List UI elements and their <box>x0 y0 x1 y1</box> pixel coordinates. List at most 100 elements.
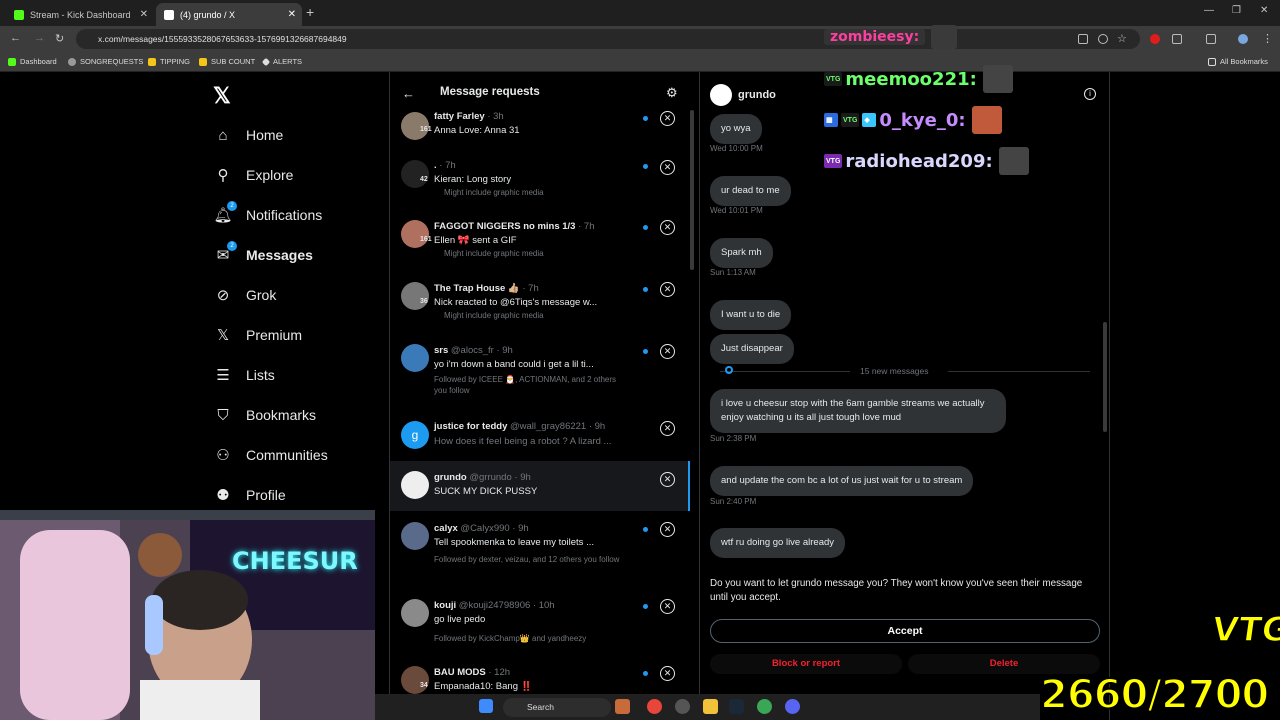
list-item[interactable]: kouji @kouji24798906 · 10h go live pedo … <box>390 589 690 653</box>
dismiss-close-icon[interactable]: ✕ <box>660 344 675 359</box>
dismiss-close-icon[interactable]: ✕ <box>660 472 675 487</box>
list-item[interactable]: 36 The Trap House 👍🏼 · 7h Nick reacted t… <box>390 272 690 334</box>
forward-arrow-icon[interactable]: → <box>34 32 45 44</box>
message-bubble[interactable]: ur dead to me <box>710 176 791 206</box>
message-bubble[interactable]: I want u to die <box>710 300 792 330</box>
followed-by-text: Followed by KickChamp👑 and yandheezy <box>434 634 587 643</box>
nav-profile[interactable]: ⚉ Profile <box>214 483 285 507</box>
list-item[interactable]: 161 fatty Farley · 3h Anna Love: Anna 31… <box>390 108 690 154</box>
minimize-icon[interactable]: — <box>1204 5 1214 16</box>
request-preview: Anna Love: Anna 31 <box>434 125 520 136</box>
bookmark-tipping[interactable]: TIPPING <box>148 57 190 66</box>
dismiss-close-icon[interactable]: ✕ <box>660 160 675 175</box>
steam-icon[interactable] <box>729 699 744 714</box>
unread-dot <box>643 527 648 532</box>
nav-label: Communities <box>246 447 328 463</box>
tab-x-grundo[interactable]: (4) grundo / X ✕ <box>156 3 302 26</box>
time-text: · 7h <box>436 160 456 171</box>
gear-icon[interactable]: ⚙ <box>666 85 678 101</box>
extension-icon[interactable] <box>1150 34 1160 44</box>
list-item[interactable]: calyx @Calyx990 · 9h Tell spookmenka to … <box>390 512 690 586</box>
message-bubble[interactable]: Just disappear <box>710 334 794 364</box>
dismiss-close-icon[interactable]: ✕ <box>660 666 675 681</box>
list-item-selected[interactable]: grundo @grrundo · 9h SUCK MY DICK PUSSY … <box>390 461 690 511</box>
address-bar[interactable]: x.com/messages/1555933528067653633-15769… <box>76 29 1140 49</box>
stream-chat-entry: VTG meemoo221: <box>824 64 1013 94</box>
bookmark-sub-count[interactable]: SUB COUNT <box>199 57 255 66</box>
x-logo-icon[interactable]: 𝕏 <box>213 83 231 109</box>
list-item[interactable]: srs @alocs_fr · 9h yo i'm down a band co… <box>390 334 690 408</box>
message-bubble[interactable]: yo wya <box>710 114 762 144</box>
bookmark-alerts[interactable]: ALERTS <box>261 57 302 66</box>
info-icon[interactable]: i <box>1084 88 1096 100</box>
cast-icon[interactable] <box>1078 34 1088 44</box>
bookmark-songrequests[interactable]: SONGREQUESTS <box>68 57 143 66</box>
requests-scrollbar[interactable] <box>690 110 694 270</box>
taskbar-search[interactable]: Search <box>503 698 611 717</box>
new-tab-icon[interactable]: + <box>306 4 314 20</box>
delete-button[interactable]: Delete <box>908 654 1100 674</box>
message-bubble[interactable]: i love u cheesur stop with the 6am gambl… <box>710 389 1006 433</box>
maximize-icon[interactable]: ❐ <box>1232 5 1241 16</box>
webcam-overlay: CHEESUR <box>0 510 375 720</box>
settings-icon[interactable] <box>675 699 690 714</box>
discord-icon[interactable] <box>785 699 800 714</box>
app-icon[interactable] <box>615 699 630 714</box>
list-item[interactable]: 161 FAGGOT NIGGERS no mins 1/3 · 7h Elle… <box>390 210 690 272</box>
extensions-puzzle-icon[interactable] <box>1172 34 1182 44</box>
nav-bookmarks[interactable]: ⛉ Bookmarks <box>214 403 316 427</box>
tip-icon <box>148 57 156 66</box>
folder-icon[interactable] <box>703 699 718 714</box>
sidepanel-icon[interactable] <box>1206 34 1216 44</box>
nav-home[interactable]: ⌂ Home <box>214 123 283 147</box>
list-item[interactable]: g justice for teddy @wall_gray86221 · 9h… <box>390 410 690 460</box>
nav-communities[interactable]: ⚇ Communities <box>214 443 328 467</box>
message-bubble[interactable]: wtf ru doing go live already <box>710 528 846 558</box>
message-bubble[interactable]: Spark mh <box>710 238 773 268</box>
stream-chat-entry: ▦ VTG ◆ 0_kye_0: <box>824 105 1002 135</box>
dismiss-close-icon[interactable]: ✕ <box>660 522 675 537</box>
back-arrow-icon[interactable]: ← <box>10 32 21 44</box>
bookmark-dashboard[interactable]: Dashboard <box>8 57 57 66</box>
window-close-icon[interactable]: ✕ <box>1260 5 1268 16</box>
bookmark-star-icon[interactable]: ☆ <box>1117 32 1127 45</box>
nav-messages[interactable]: ✉ 2 Messages <box>214 241 313 267</box>
chrome-alt-icon[interactable] <box>757 699 772 714</box>
accept-button[interactable]: Accept <box>710 619 1100 643</box>
nav-grok[interactable]: ⊘ Grok <box>214 283 277 307</box>
conversation-header[interactable]: grundo <box>710 84 776 106</box>
chat-username: meemoo221: <box>845 68 977 90</box>
nav-label: Bookmarks <box>246 407 317 423</box>
all-bookmarks-folder[interactable]: All Bookmarks <box>1208 57 1268 66</box>
request-name: srs @alocs_fr · 9h <box>434 345 513 356</box>
nav-premium[interactable]: 𝕏 Premium <box>214 323 302 347</box>
tab-kick-dashboard[interactable]: Stream - Kick Dashboard ✕ <box>6 3 154 26</box>
name-text: calyx <box>434 523 458 534</box>
block-or-report-button[interactable]: Block or report <box>710 654 902 674</box>
dismiss-close-icon[interactable]: ✕ <box>660 220 675 235</box>
dismiss-close-icon[interactable]: ✕ <box>660 599 675 614</box>
profile-avatar-icon[interactable] <box>1238 34 1248 44</box>
dismiss-close-icon[interactable]: ✕ <box>660 282 675 297</box>
back-arrow-icon[interactable]: ← <box>402 86 415 101</box>
bookmarks-bar: Dashboard SONGREQUESTS TIPPING SUB COUNT… <box>0 52 1280 72</box>
zoom-icon[interactable] <box>1098 34 1108 44</box>
menu-kebab-icon[interactable]: ⋮ <box>1262 32 1273 45</box>
name-text: grundo <box>434 472 467 483</box>
message-bubble[interactable]: and update the com bc a lot of us just w… <box>710 466 974 496</box>
windows-start-icon[interactable] <box>479 699 493 713</box>
nav-lists[interactable]: ☰ Lists <box>214 363 275 387</box>
reload-icon[interactable]: ↻ <box>55 32 64 45</box>
nav-notifications[interactable]: 🔔︎ 2 Notifications <box>213 201 322 227</box>
chrome-icon[interactable] <box>647 699 662 714</box>
dismiss-close-icon[interactable]: ✕ <box>660 421 675 436</box>
list-item[interactable]: 42 . · 7h Kieran: Long story Might inclu… <box>390 154 690 210</box>
close-tab-icon[interactable]: ✕ <box>140 9 148 20</box>
close-tab-icon[interactable]: ✕ <box>288 9 296 20</box>
nav-explore[interactable]: ⚲ Explore <box>214 163 294 187</box>
dismiss-close-icon[interactable]: ✕ <box>660 111 675 126</box>
kick-icon <box>8 57 16 66</box>
request-preview: Ellen 🎀 sent a GIF <box>434 235 517 246</box>
conversation-scrollbar[interactable] <box>1103 322 1107 432</box>
request-name: . · 7h <box>434 160 456 171</box>
